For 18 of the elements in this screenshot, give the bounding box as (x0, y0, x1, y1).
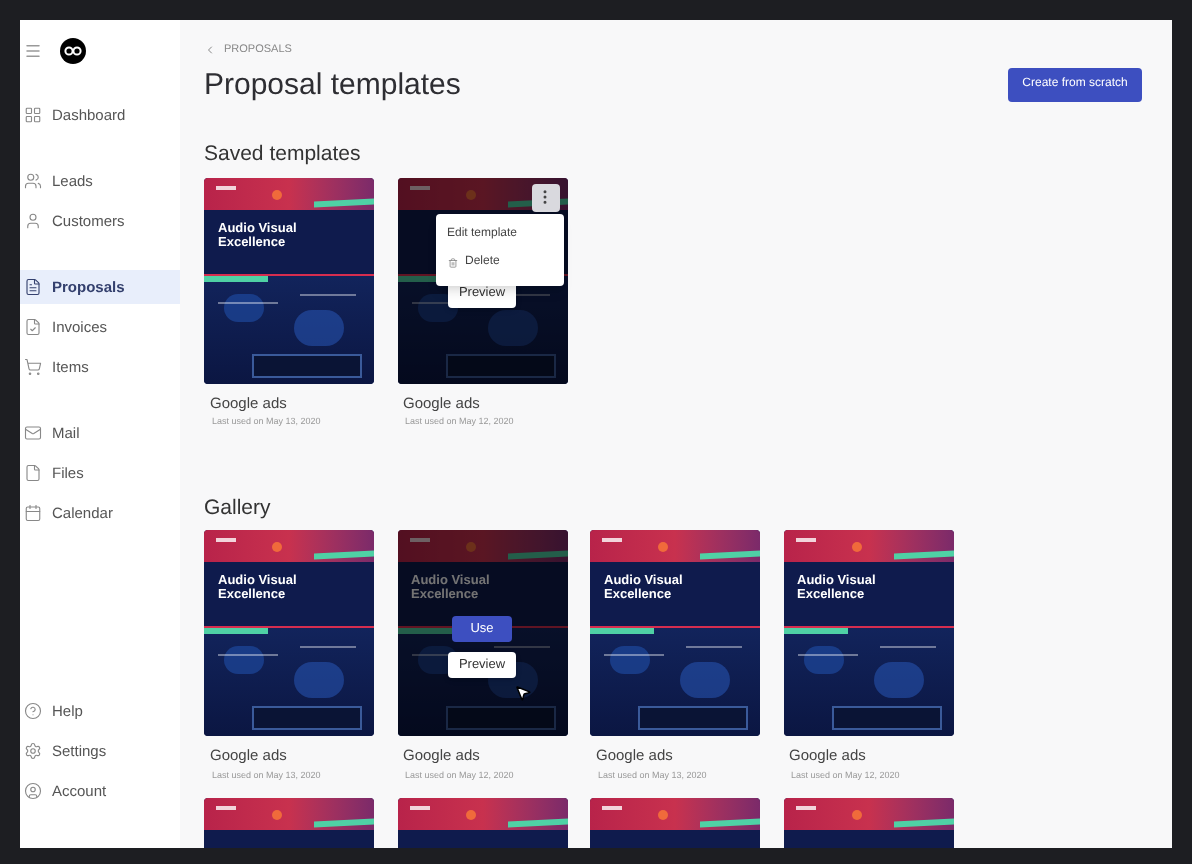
section-heading: Saved templates (204, 139, 363, 170)
menu-icon[interactable] (24, 42, 42, 60)
settings-icon (24, 742, 42, 760)
logo-icon (60, 38, 86, 64)
file-icon (24, 464, 42, 482)
page-title: Proposal templates (204, 66, 461, 107)
document-icon (24, 278, 42, 296)
users-icon (24, 172, 42, 190)
trash-icon (447, 258, 457, 268)
mail-icon (24, 424, 42, 442)
cart-icon (24, 358, 42, 376)
invoice-icon (24, 318, 42, 336)
account-icon (24, 782, 42, 800)
help-icon (24, 702, 42, 720)
section-heading: Gallery (204, 493, 273, 523)
grid-icon (24, 106, 42, 124)
calendar-icon (24, 504, 42, 522)
user-icon (24, 212, 42, 230)
